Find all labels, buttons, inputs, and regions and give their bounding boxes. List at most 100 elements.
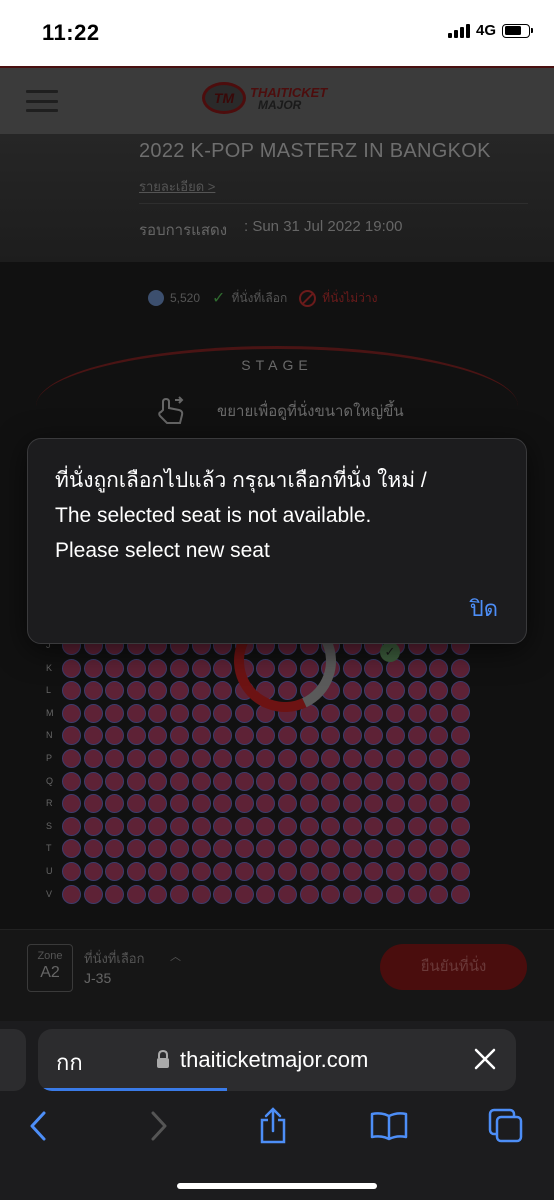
seat[interactable] xyxy=(342,862,362,881)
seat[interactable] xyxy=(407,771,427,791)
close-icon[interactable] xyxy=(472,1046,498,1072)
seat[interactable] xyxy=(321,816,341,836)
seat[interactable] xyxy=(234,726,254,746)
seat[interactable] xyxy=(299,884,319,904)
seat[interactable] xyxy=(83,749,103,768)
seat[interactable] xyxy=(105,658,125,678)
seat[interactable] xyxy=(148,658,168,678)
seat[interactable] xyxy=(429,749,449,768)
seat[interactable] xyxy=(277,862,297,881)
seat[interactable] xyxy=(83,884,103,904)
seat[interactable] xyxy=(321,862,341,881)
seat[interactable] xyxy=(62,839,81,859)
seat[interactable] xyxy=(450,681,470,701)
seat[interactable] xyxy=(256,862,276,881)
seat[interactable] xyxy=(126,771,146,791)
seat[interactable] xyxy=(83,681,103,701)
seat[interactable] xyxy=(429,703,449,723)
seat[interactable] xyxy=(407,839,427,859)
seat[interactable] xyxy=(450,839,470,859)
seat[interactable] xyxy=(62,884,81,904)
seat[interactable] xyxy=(277,884,297,904)
seat[interactable] xyxy=(407,681,427,701)
seat[interactable] xyxy=(191,703,211,723)
seat[interactable] xyxy=(213,726,233,746)
seat[interactable] xyxy=(234,839,254,859)
seat[interactable] xyxy=(385,771,405,791)
seat[interactable] xyxy=(321,726,341,746)
seat[interactable] xyxy=(429,839,449,859)
seat[interactable] xyxy=(169,681,189,701)
seat[interactable] xyxy=(191,794,211,814)
seat[interactable] xyxy=(148,816,168,836)
seat[interactable] xyxy=(191,862,211,881)
seat[interactable] xyxy=(169,839,189,859)
seat[interactable] xyxy=(148,884,168,904)
seat[interactable] xyxy=(385,749,405,768)
seat[interactable] xyxy=(342,658,362,678)
seat[interactable] xyxy=(126,703,146,723)
seat[interactable] xyxy=(234,884,254,904)
seat[interactable] xyxy=(342,749,362,768)
seat[interactable] xyxy=(191,816,211,836)
seat[interactable] xyxy=(62,771,81,791)
back-icon[interactable] xyxy=(17,1105,61,1147)
menu-icon[interactable] xyxy=(26,90,58,112)
seat[interactable] xyxy=(364,839,384,859)
seat[interactable] xyxy=(429,658,449,678)
previous-tab-peek[interactable] xyxy=(0,1029,26,1091)
seat[interactable] xyxy=(213,862,233,881)
seat[interactable] xyxy=(62,703,81,723)
seat[interactable] xyxy=(342,884,362,904)
seat[interactable] xyxy=(126,839,146,859)
seat[interactable] xyxy=(213,884,233,904)
seat[interactable] xyxy=(62,749,81,768)
seat[interactable] xyxy=(277,794,297,814)
seat[interactable] xyxy=(169,658,189,678)
seat[interactable] xyxy=(364,703,384,723)
seat[interactable] xyxy=(342,839,362,859)
seat[interactable] xyxy=(83,703,103,723)
seat[interactable] xyxy=(148,726,168,746)
seat[interactable] xyxy=(62,681,81,701)
seat[interactable] xyxy=(105,703,125,723)
seat[interactable] xyxy=(342,726,362,746)
seat[interactable] xyxy=(148,749,168,768)
seat[interactable] xyxy=(83,726,103,746)
tabs-icon[interactable] xyxy=(484,1105,528,1147)
confirm-seat-button[interactable]: ยืนยันที่นั่ง xyxy=(380,944,527,990)
seat[interactable] xyxy=(321,884,341,904)
seat[interactable] xyxy=(299,862,319,881)
seat[interactable] xyxy=(364,794,384,814)
seat[interactable] xyxy=(213,681,233,701)
seat[interactable] xyxy=(148,681,168,701)
seat[interactable] xyxy=(105,771,125,791)
seat[interactable] xyxy=(364,816,384,836)
share-icon[interactable] xyxy=(251,1105,295,1147)
seat[interactable] xyxy=(429,794,449,814)
seat[interactable] xyxy=(105,839,125,859)
seat[interactable] xyxy=(191,839,211,859)
selected-seat-label[interactable]: ที่นั่งที่เลือก xyxy=(84,948,144,969)
site-logo[interactable]: TM THAITICKET MAJOR xyxy=(202,82,327,114)
seat[interactable] xyxy=(385,794,405,814)
seat[interactable] xyxy=(62,816,81,836)
seat[interactable] xyxy=(256,771,276,791)
seat[interactable] xyxy=(429,816,449,836)
seat[interactable] xyxy=(234,771,254,791)
seat[interactable] xyxy=(83,816,103,836)
seat[interactable] xyxy=(450,726,470,746)
seat[interactable] xyxy=(213,703,233,723)
seat[interactable] xyxy=(277,749,297,768)
seat[interactable] xyxy=(364,749,384,768)
seat[interactable] xyxy=(364,658,384,678)
seat[interactable] xyxy=(407,703,427,723)
seat[interactable] xyxy=(407,816,427,836)
seat[interactable] xyxy=(407,884,427,904)
seat[interactable] xyxy=(450,703,470,723)
seat[interactable] xyxy=(213,749,233,768)
seat[interactable] xyxy=(169,749,189,768)
seat[interactable] xyxy=(407,862,427,881)
seat[interactable] xyxy=(234,749,254,768)
seat[interactable] xyxy=(299,839,319,859)
